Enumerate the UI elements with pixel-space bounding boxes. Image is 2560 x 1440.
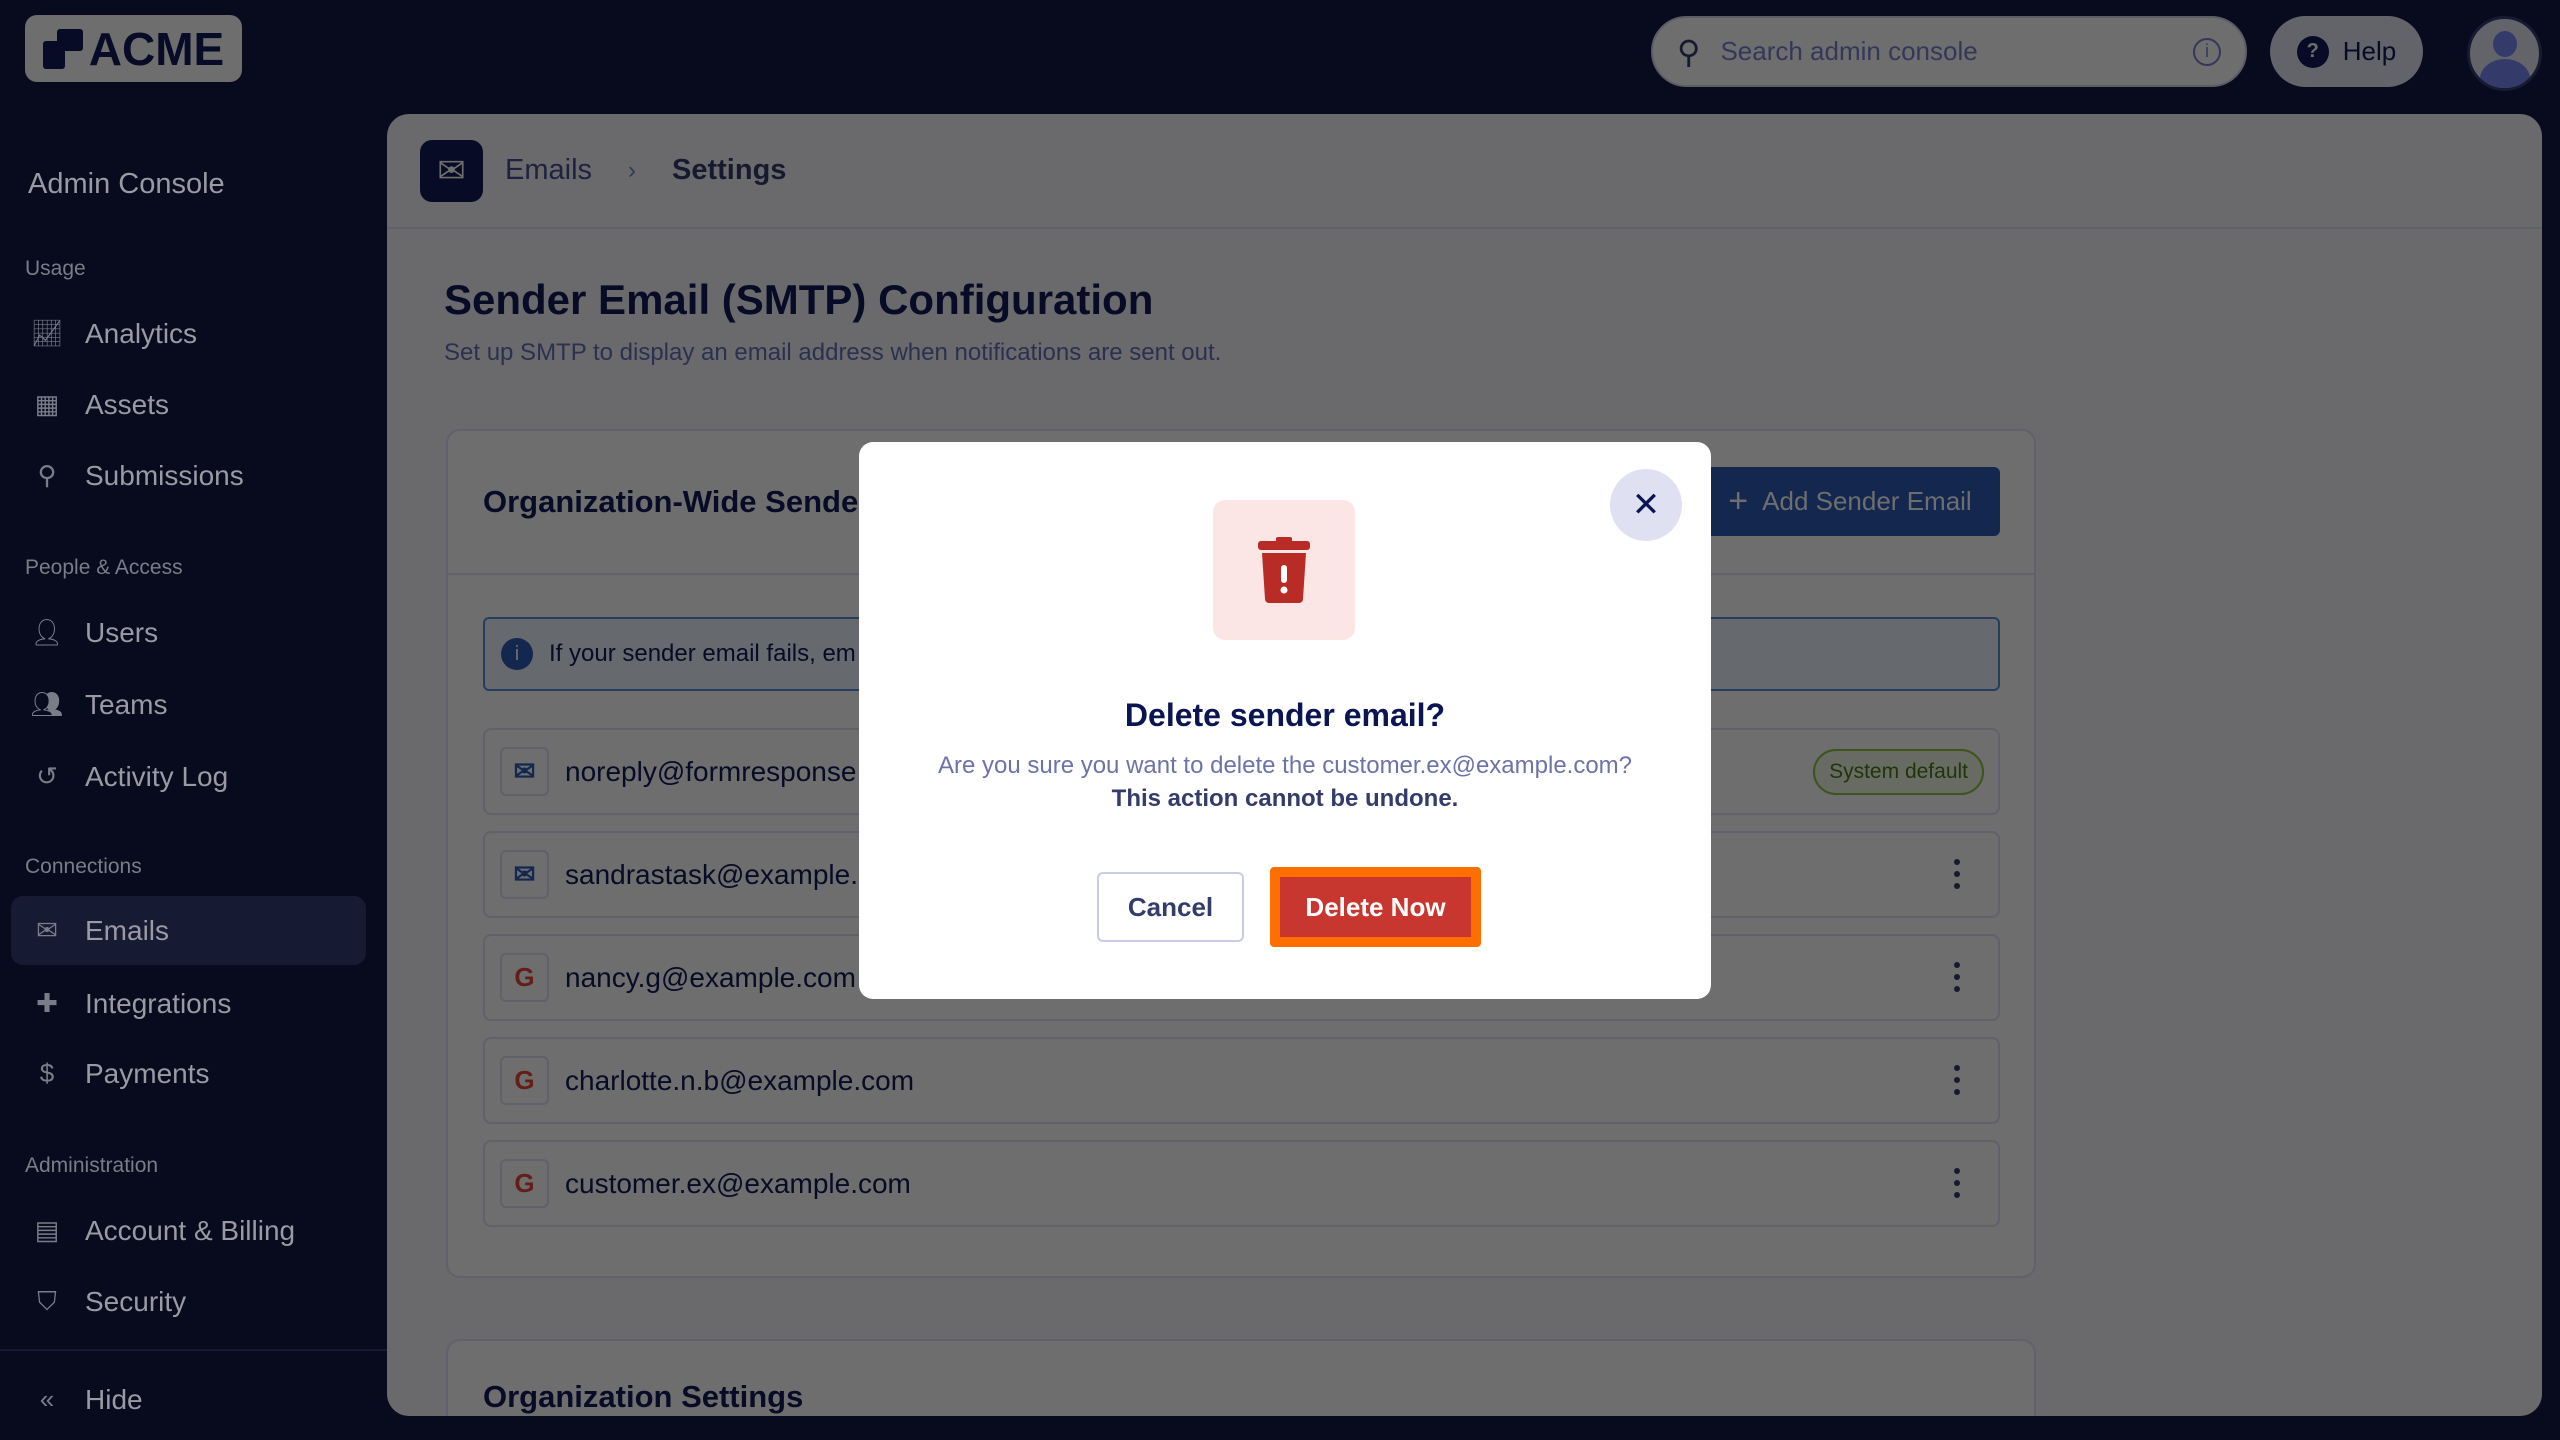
sidebar-item-label: Security [85, 1285, 187, 1317]
add-button-label: Add Sender Email [1762, 486, 1972, 516]
info-icon: i [501, 638, 533, 670]
system-default-badge: System default [1813, 749, 1984, 795]
more-options-icon[interactable] [1954, 1065, 1960, 1095]
chart-icon: 📈︎ [30, 318, 64, 348]
sidebar-item-label: Analytics [85, 317, 198, 349]
sidebar-item-label: Activity Log [85, 760, 229, 792]
delete-now-button[interactable]: Delete Now [1270, 867, 1481, 947]
question-icon: ? [2296, 35, 2329, 68]
search-icon: ⚲ [37, 460, 57, 490]
mail-icon: ✉ [500, 747, 549, 796]
section-people-access: People & Access [25, 556, 183, 579]
sidebar-item-submissions[interactable]: ⚲ Submissions [11, 441, 366, 510]
sidebar-item-label: Integrations [85, 987, 232, 1019]
sidebar-item-label: Users [85, 616, 159, 648]
payment-icon: $ [39, 1058, 55, 1088]
sidebar-item-account-billing[interactable]: ▤ Account & Billing [11, 1196, 366, 1265]
section-administration: Administration [25, 1154, 159, 1177]
breadcrumb: ✉ Emails › Settings [387, 114, 2542, 229]
sidebar-item-assets[interactable]: ▦ Assets [11, 370, 366, 439]
add-sender-email-button[interactable]: + Add Sender Email [1700, 467, 2000, 536]
sidebar-item-emails[interactable]: ✉ Emails [11, 896, 366, 965]
sender-email: customer.ex@example.com [565, 1167, 911, 1199]
puzzle-icon: ✚ [36, 988, 58, 1018]
google-icon: G [500, 953, 549, 1002]
breadcrumb-emails[interactable]: Emails [505, 154, 592, 187]
sidebar-item-users[interactable]: 👤︎ Users [11, 598, 366, 667]
google-icon: G [500, 1159, 549, 1208]
grid-icon: ▦ [34, 389, 60, 419]
logo-text: ACME [88, 22, 225, 75]
dialog-message: Are you sure you want to delete the cust… [937, 752, 1633, 779]
user-avatar[interactable] [2467, 16, 2542, 91]
card-title: Organization Settings [483, 1379, 804, 1414]
card-title: Organization-Wide Sende [483, 484, 859, 519]
sender-row: Gcharlotte.n.b@example.com [483, 1037, 2000, 1124]
dialog-warning: This action cannot be undone. [1111, 785, 1459, 812]
history-icon: ↺ [36, 761, 58, 791]
logo-mark-icon [42, 28, 83, 69]
sidebar-item-security[interactable]: ⛉ Security [11, 1267, 366, 1336]
chevron-right-icon: › [628, 156, 637, 184]
shield-icon: ⛉ [37, 1285, 57, 1316]
page-subtitle: Set up SMTP to display an email address … [444, 339, 1222, 366]
chevrons-left-icon: « [39, 1384, 55, 1414]
sidebar-item-integrations[interactable]: ✚ Integrations [11, 969, 366, 1038]
mail-icon: ✉ [500, 850, 549, 899]
section-connections: Connections [25, 855, 142, 878]
user-icon: 👤︎ [30, 617, 64, 647]
more-options-icon[interactable] [1954, 1168, 1960, 1198]
search-icon: ⚲ [1677, 33, 1701, 70]
sidebar-item-label: Submissions [85, 459, 244, 491]
sidebar-divider [0, 1349, 387, 1351]
more-options-icon[interactable] [1954, 859, 1960, 889]
info-text: If your sender email fails, em [549, 640, 856, 667]
more-options-icon[interactable] [1954, 962, 1960, 992]
hide-label: Hide [85, 1383, 143, 1415]
sidebar-item-payments[interactable]: $ Payments [11, 1039, 366, 1108]
sidebar-item-label: Account & Billing [85, 1214, 296, 1246]
section-usage: Usage [25, 257, 86, 280]
mail-icon: ✉ [36, 915, 58, 945]
team-icon: 👥︎ [30, 689, 64, 719]
mail-icon: ✉ [420, 139, 483, 202]
search-input[interactable]: ⚲ Search admin console i [1651, 16, 2247, 87]
google-icon: G [500, 1056, 549, 1105]
help-button[interactable]: ? Help [2270, 16, 2423, 87]
help-label: Help [2342, 36, 2397, 66]
trash-warning-icon [1213, 500, 1355, 640]
sidebar-item-label: Teams [85, 688, 168, 720]
sender-email: sandrastask@example.c [565, 858, 873, 890]
hide-sidebar-button[interactable]: « Hide [11, 1365, 366, 1434]
info-icon[interactable]: i [2193, 37, 2221, 66]
sender-email: charlotte.n.b@example.com [565, 1064, 915, 1096]
delete-confirm-dialog: ✕ Delete sender email? Are you sure you … [859, 442, 1711, 999]
sidebar-item-label: Assets [85, 388, 170, 420]
user-icon [2493, 31, 2517, 57]
sidebar-item-label: Payments [85, 1057, 210, 1089]
sender-email: nancy.g@example.com [565, 961, 856, 993]
sidebar-title: Admin Console [28, 168, 225, 200]
sidebar-item-teams[interactable]: 👥︎ Teams [11, 670, 366, 739]
sidebar-item-analytics[interactable]: 📈︎ Analytics [11, 299, 366, 368]
dialog-title: Delete sender email? [1124, 697, 1446, 733]
organization-settings-card: Organization Settings [446, 1339, 2036, 1416]
cancel-button[interactable]: Cancel [1097, 872, 1244, 942]
plus-icon: + [1728, 482, 1749, 520]
breadcrumb-settings: Settings [672, 154, 787, 186]
sidebar-item-label: Emails [85, 914, 170, 946]
search-placeholder: Search admin console [1720, 36, 1978, 66]
card-icon: ▤ [34, 1215, 60, 1245]
close-button[interactable]: ✕ [1610, 469, 1682, 541]
sidebar-item-activity-log[interactable]: ↺ Activity Log [11, 742, 366, 811]
page-title: Sender Email (SMTP) Configuration [444, 276, 1154, 323]
close-icon: ✕ [1631, 486, 1661, 524]
acme-logo[interactable]: ACME [25, 15, 242, 82]
sender-row: Gcustomer.ex@example.com [483, 1140, 2000, 1227]
sender-email: noreply@formresponse [565, 755, 857, 787]
